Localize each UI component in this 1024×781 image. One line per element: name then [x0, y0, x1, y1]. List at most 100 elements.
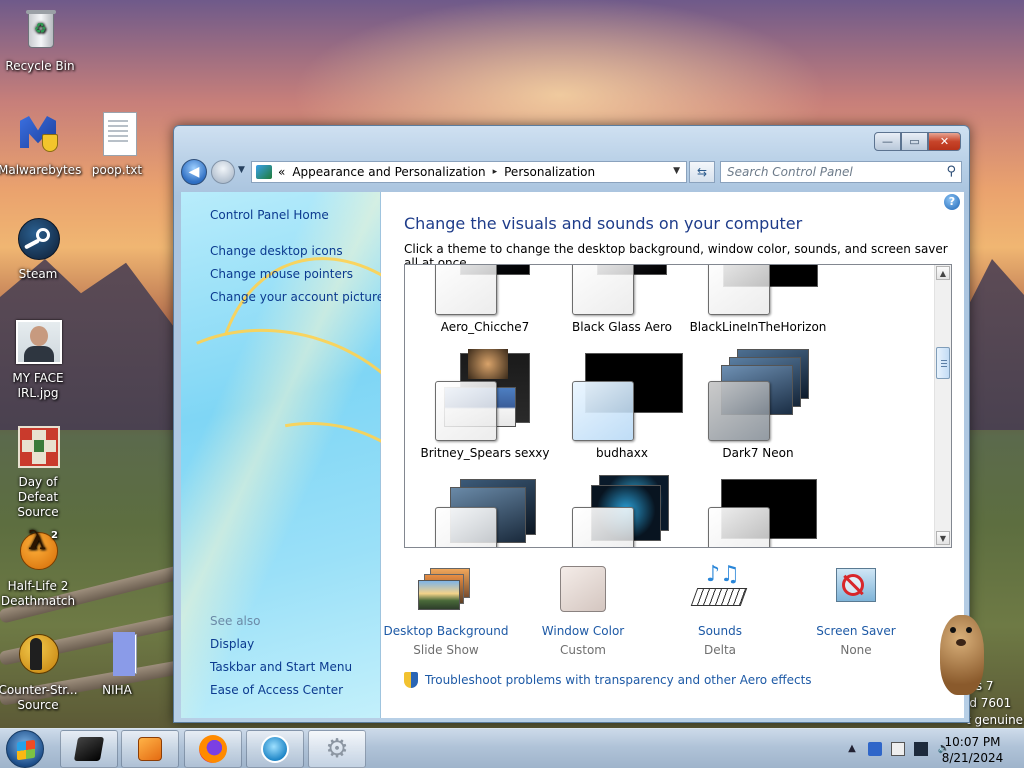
refresh-button[interactable]: ⇆	[689, 161, 715, 183]
see-also-heading: See also	[210, 614, 261, 628]
desktop-icon-half-life-2-deathmatch[interactable]: λ 2 Half-Life 2 Deathmatch	[0, 528, 78, 609]
screen-saver-value: None	[840, 643, 872, 657]
show-hidden-icons-icon[interactable]: ▲	[845, 742, 859, 756]
desktop-icon-counter-strike-source[interactable]: Counter-Str... Source	[0, 632, 78, 713]
desktop-icon-label: Half-Life 2 Deathmatch	[0, 579, 76, 608]
theme-item-row3-2[interactable]	[557, 475, 687, 547]
help-icon[interactable]: ?	[944, 194, 960, 210]
change-account-picture-link[interactable]: Change your account picture	[210, 290, 384, 304]
scroll-thumb[interactable]	[936, 347, 950, 379]
window-color-setting[interactable]: Window Color Custom	[518, 566, 648, 657]
desktop-icon-recycle-bin[interactable]: ♻ Recycle Bin	[0, 8, 80, 74]
firefox-icon	[199, 735, 227, 763]
search-input[interactable]: Search Control Panel ⚲	[720, 161, 962, 183]
sounds-label[interactable]: Sounds	[655, 624, 785, 638]
back-button[interactable]: ◀	[181, 159, 207, 185]
network-icon[interactable]	[914, 742, 928, 756]
address-bar[interactable]: « Appearance and Personalization ▸ Perso…	[251, 161, 687, 183]
theme-black-glass-aero[interactable]: Black Glass Aero	[557, 265, 687, 337]
address-dropdown-arrow[interactable]: ▼	[673, 166, 680, 176]
search-placeholder: Search Control Panel	[727, 165, 853, 179]
desktop-background-setting[interactable]: Desktop Background Slide Show	[381, 566, 511, 657]
maximize-button[interactable]: ▭	[901, 132, 928, 151]
desktop-icon-label: Recycle Bin	[5, 59, 75, 73]
theme-blacklineinthehorizon[interactable]: BlackLineInTheHorizon	[690, 265, 826, 337]
desktop-icon-poop-txt[interactable]: poop.txt	[77, 112, 157, 178]
troubleshoot-aero-link[interactable]: Troubleshoot problems with transparency …	[404, 672, 812, 688]
text-file-icon	[93, 112, 141, 160]
troubleshoot-label[interactable]: Troubleshoot problems with transparency …	[425, 673, 812, 687]
breadcrumb-appearance[interactable]: Appearance and Personalization	[292, 165, 485, 179]
theme-preview-glass	[435, 507, 497, 547]
half-life-icon: λ 2	[14, 528, 62, 576]
scroll-up-arrow[interactable]: ▲	[936, 266, 950, 280]
taskbar-item-control-panel[interactable]: ⚙	[308, 730, 366, 768]
theme-preview-glass	[435, 381, 497, 441]
black-box-icon	[73, 737, 105, 761]
taskbar-item-media-player[interactable]	[121, 730, 179, 768]
taskbar-item-firefox[interactable]	[184, 730, 242, 768]
change-desktop-icons-link[interactable]: Change desktop icons	[210, 244, 343, 258]
address-prefix[interactable]: «	[278, 165, 285, 179]
minimize-button[interactable]: —	[874, 132, 901, 151]
theme-list-scrollbar[interactable]: ▲ ▼	[934, 265, 951, 547]
desktop-icon-label: MY FACE IRL.jpg	[12, 371, 64, 400]
sounds-icon: ♪♫	[690, 562, 748, 614]
close-button[interactable]: ✕	[928, 132, 961, 151]
desktop-background-value: Slide Show	[413, 643, 479, 657]
theme-dark7-neon[interactable]: Dark7 Neon	[693, 349, 823, 463]
recycle-bin-icon: ♻	[16, 8, 64, 56]
desktop-icon-day-of-defeat[interactable]: Day of Defeat Source	[0, 424, 78, 520]
forward-button[interactable]	[211, 160, 235, 184]
image-file-icon	[14, 320, 62, 368]
shield-icon	[404, 672, 418, 688]
sounds-setting[interactable]: ♪♫ Sounds Delta	[655, 562, 785, 657]
desktop-icon-label: poop.txt	[91, 163, 143, 177]
theme-budhaxx[interactable]: budhaxx	[557, 353, 687, 463]
tray-app-icon[interactable]	[868, 742, 882, 756]
theme-name: BlackLineInTheHorizon	[689, 320, 827, 334]
system-clock[interactable]: 10:07 PM 8/21/2024	[935, 734, 1010, 766]
taskbar-start-menu-link[interactable]: Taskbar and Start Menu	[210, 660, 352, 674]
desktop-icon-steam[interactable]: Steam	[0, 216, 78, 282]
theme-item-row3-1[interactable]	[420, 479, 550, 547]
window-color-value: Custom	[560, 643, 606, 657]
theme-preview-glass	[572, 381, 634, 441]
taskbar-item-app[interactable]	[246, 730, 304, 768]
recent-pages-dropdown[interactable]: ▼	[238, 165, 245, 175]
theme-item-row3-3[interactable]	[693, 479, 823, 547]
theme-name: Aero_Chicche7	[440, 320, 530, 334]
window-color-label[interactable]: Window Color	[518, 624, 648, 638]
theme-name: Britney_Spears sexxy	[420, 446, 550, 460]
start-button[interactable]	[6, 730, 44, 768]
control-panel-home-link[interactable]: Control Panel Home	[210, 208, 329, 222]
theme-preview-glass	[572, 507, 634, 547]
breadcrumb-personalization[interactable]: Personalization	[504, 165, 595, 179]
screen-saver-icon	[828, 566, 884, 614]
theme-preview-glass	[435, 265, 497, 315]
change-mouse-pointers-link[interactable]: Change mouse pointers	[210, 267, 353, 281]
desktop-icon-label: Malwarebytes	[0, 163, 82, 177]
screen-saver-label[interactable]: Screen Saver	[791, 624, 921, 638]
desktop-icon-niha[interactable]: NIHA	[77, 632, 157, 698]
ease-of-access-link[interactable]: Ease of Access Center	[210, 683, 343, 697]
theme-aero-chicche7[interactable]: Aero_Chicche7	[420, 265, 550, 337]
taskbar-item-1[interactable]	[60, 730, 118, 768]
scroll-down-arrow[interactable]: ▼	[936, 531, 950, 545]
screen-saver-setting[interactable]: Screen Saver None	[791, 566, 921, 657]
breadcrumb-separator[interactable]: ▸	[493, 167, 498, 177]
desktop-icon-my-face-irl[interactable]: MY FACE IRL.jpg	[0, 320, 78, 401]
desktop-icon-malwarebytes[interactable]: Malwarebytes	[0, 112, 82, 178]
desktop-background-icon	[418, 566, 474, 614]
theme-britney-spears-sexxy[interactable]: Britney_Spears sexxy	[420, 349, 550, 463]
theme-name: Dark7 Neon	[722, 446, 794, 460]
search-icon[interactable]: ⚲	[946, 164, 956, 179]
media-player-icon	[138, 737, 162, 761]
main-content: ? Change the visuals and sounds on your …	[381, 192, 964, 718]
theme-list[interactable]: Aero_Chicche7 Black Glass Aero BlackLine…	[404, 264, 952, 548]
taskbar: ⚙ ▲ 🔊 10:07 PM 8/21/2024	[0, 728, 1024, 768]
action-center-icon[interactable]	[891, 742, 905, 756]
app-circle-icon	[261, 735, 289, 763]
display-link[interactable]: Display	[210, 637, 254, 651]
desktop-background-label[interactable]: Desktop Background	[381, 624, 511, 638]
